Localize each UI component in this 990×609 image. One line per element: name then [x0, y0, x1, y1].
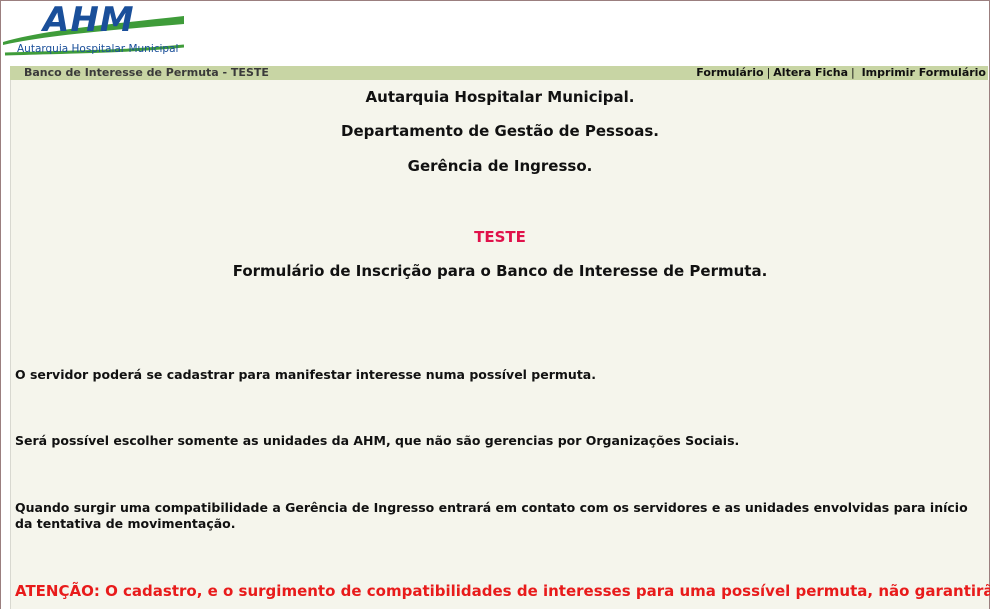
page: AHM Autarquia Hospitalar Municipal Banco…: [0, 0, 990, 609]
nav-separator: |: [766, 66, 771, 79]
page-title: Banco de Interesse de Permuta - TESTE: [24, 66, 269, 79]
department-name: Departamento de Gestão de Pessoas.: [341, 122, 659, 140]
header-bar: Banco de Interesse de Permuta - TESTE Fo…: [10, 66, 988, 80]
info-paragraph-3: Quando surgir uma compatibilidade a Gerê…: [15, 500, 968, 531]
info-paragraph-1: O servidor poderá se cadastrar para mani…: [15, 367, 596, 382]
ahm-logo[interactable]: AHM Autarquia Hospitalar Municipal: [3, 2, 184, 60]
main-content: Autarquia Hospitalar Municipal. Departam…: [10, 80, 990, 609]
nav-separator: |: [851, 66, 855, 79]
link-formulario[interactable]: Formulário: [696, 66, 763, 79]
test-badge: TESTE: [474, 228, 526, 246]
logo-main-text: AHM: [43, 2, 135, 40]
org-name: Autarquia Hospitalar Municipal.: [365, 88, 635, 106]
attention-notice: ATENÇÃO: O cadastro, e o surgimento de c…: [15, 582, 990, 600]
link-altera-ficha[interactable]: Altera Ficha: [773, 66, 848, 79]
management-name: Gerência de Ingresso.: [407, 157, 593, 175]
header-nav: Formulário | Altera Ficha | Imprimir Formul…: [696, 66, 986, 80]
form-title: Formulário de Inscrição para o Banco de …: [232, 262, 768, 280]
logo-sub-text: Autarquia Hospitalar Municipal: [17, 43, 179, 55]
info-paragraph-2: Será possível escolher somente as unidad…: [15, 433, 740, 448]
link-imprimir-formulario[interactable]: Imprimir Formulário: [862, 66, 986, 79]
